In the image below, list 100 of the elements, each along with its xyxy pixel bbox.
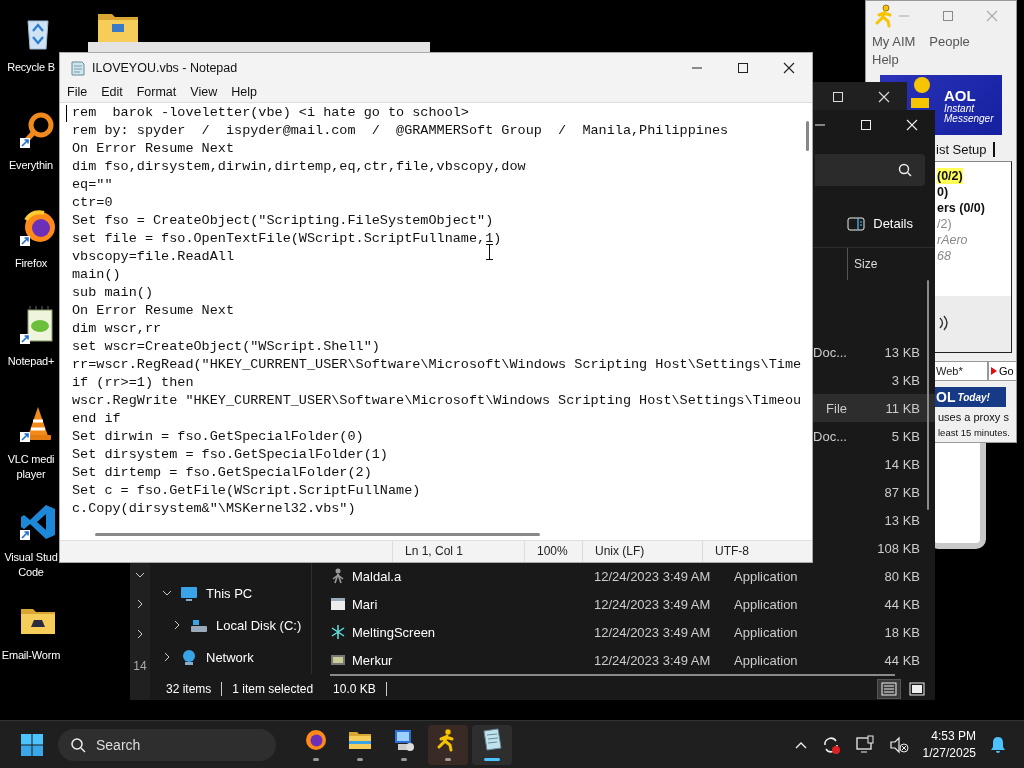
file-size: 44 KB	[884, 596, 920, 612]
code-line: rem barok -loveletter(vbe) <i hate go to school>	[72, 104, 469, 122]
desktop-icon-label[interactable]: Visual Stud Code	[0, 550, 62, 580]
desktop-icon-label[interactable]: Firefox	[0, 256, 62, 271]
tree-item[interactable]: Network	[206, 649, 254, 665]
fox-globe-icon	[304, 728, 328, 752]
chevron-up-icon[interactable]	[794, 740, 807, 749]
clock-date[interactable]: 1/27/2025	[922, 744, 976, 762]
file-row[interactable]: 108 KB	[812, 534, 935, 562]
chevron-right-icon[interactable]	[162, 652, 172, 662]
menu-item[interactable]: Help	[231, 85, 257, 99]
desktop-icon-label[interactable]: VLC medi player	[0, 452, 62, 482]
desktop-icon-label[interactable]: Recycle B	[0, 60, 62, 75]
code-line: On Error Resume Next	[72, 302, 235, 320]
chevron-down-icon[interactable]	[135, 571, 145, 579]
file-row[interactable]: Doc... 5 KB	[812, 422, 935, 450]
menu-item[interactable]: File	[67, 85, 88, 99]
monitor-icon[interactable]	[854, 734, 875, 755]
menu-item[interactable]: Format	[136, 85, 177, 99]
preview-view-icon	[909, 682, 925, 696]
chevron-down-icon[interactable]	[162, 589, 172, 597]
buddy-item[interactable]: 68	[937, 248, 951, 264]
window-title: ILOVEYOU.vbs - Notepad	[92, 60, 238, 75]
file-row[interactable]: Mari 12/24/2023 3:49 AM Application 44 KB	[312, 590, 935, 618]
bell-icon[interactable]	[990, 735, 1006, 754]
file-row[interactable]: Doc... 13 KB	[812, 338, 935, 366]
scrollbar-thumb[interactable]	[330, 674, 895, 676]
menu-item[interactable]: People	[929, 33, 970, 51]
code-line: Set c = fso.GetFile(WScript.ScriptFullName)	[72, 482, 421, 500]
status-text: Unix (LF)	[582, 541, 702, 562]
file-row[interactable]: 3 KB	[812, 366, 935, 394]
file-type: File	[826, 400, 847, 416]
code-line: vbscopy=file.ReadAll	[72, 248, 235, 266]
window-icon	[330, 596, 346, 612]
notice-text: uses a proxy s	[938, 410, 1009, 425]
chevron-right-icon[interactable]	[136, 599, 144, 609]
banner-subtitle: Today!	[957, 391, 990, 403]
search-icon	[898, 163, 912, 177]
code-line: On Error Resume Next	[72, 140, 235, 158]
menu-item[interactable]: View	[190, 85, 218, 99]
file-type: Application	[734, 596, 798, 612]
file-type: Application	[734, 624, 798, 640]
code-line: Set dirtemp = fso.GetSpecialFolder(2)	[72, 464, 372, 482]
code-editor-logo-icon[interactable]	[18, 502, 58, 542]
desktop-icon-label[interactable]: Notepad+	[0, 354, 62, 369]
desktop-icon-label[interactable]: Everythin	[0, 158, 62, 173]
notepad-icon	[480, 728, 504, 752]
file-row[interactable]: 14 KB	[812, 450, 935, 478]
file-row[interactable]: 87 KB	[812, 478, 935, 506]
taskbar-button[interactable]	[472, 724, 512, 765]
banner-subtitle: Instant Messenger	[944, 103, 995, 124]
program-icon	[330, 652, 346, 668]
taskbar-button[interactable]	[428, 724, 468, 765]
file-date: 12/24/2023 3:49 AM	[594, 568, 711, 584]
fox-globe-icon[interactable]	[18, 208, 58, 248]
scrollbar-thumb[interactable]	[927, 280, 929, 510]
go-button[interactable]: Go	[988, 361, 1017, 381]
search-input[interactable]: Search	[94, 735, 248, 754]
file-row[interactable]: File 11 KB	[812, 394, 935, 422]
file-row[interactable]: MeltingScreen 12/24/2023 3:49 AM Application 18 KB	[312, 618, 935, 646]
column-header[interactable]: Size	[847, 248, 878, 280]
chevron-right-icon[interactable]	[172, 620, 182, 630]
file-date: 12/24/2023 3:49 AM	[594, 624, 711, 640]
figure-icon	[330, 568, 346, 584]
menu-item[interactable]: Edit	[101, 85, 123, 99]
buddy-item[interactable]: 0)	[937, 184, 949, 200]
file-size: 87 KB	[884, 484, 920, 500]
search-field[interactable]	[815, 154, 925, 186]
buddy-item[interactable]: rAero	[937, 232, 968, 248]
code-line: set file = fso.OpenTextFile(WScript.ScriptFullname,1)	[72, 230, 502, 248]
details-button[interactable]: Details	[843, 210, 917, 237]
file-row[interactable]: Merkur 12/24/2023 3:49 AM Application 44 KB	[312, 646, 935, 674]
start-icon[interactable]	[20, 732, 44, 757]
file-size: 3 KB	[891, 372, 920, 388]
details-view-button[interactable]	[877, 679, 901, 699]
status-text: 100%	[524, 541, 582, 562]
file-type: Doc...	[813, 344, 847, 360]
buddy-item[interactable]: /2)	[937, 216, 952, 232]
file-row[interactable]: Maldal.a 12/24/2023 3:49 AM Application 80 KB	[312, 562, 935, 590]
clock-time[interactable]: 4:53 PM	[922, 727, 976, 745]
status-text: UTF-8	[702, 541, 800, 562]
buddy-item[interactable]: ers (0/0)	[937, 200, 985, 216]
desktop-icon-label[interactable]: Email-Worm	[0, 648, 62, 663]
buddy-item[interactable]: (0/2)	[937, 168, 963, 184]
search-field[interactable]: Web*	[935, 361, 988, 381]
running-indicator	[401, 758, 407, 761]
monitor-icon	[180, 584, 198, 602]
menu-item[interactable]: Help	[872, 51, 899, 69]
menu-item[interactable]: My AIM	[872, 33, 916, 51]
scrollbar-thumb[interactable]	[95, 533, 540, 536]
speaker-muted-icon[interactable]	[888, 734, 909, 755]
scrollbar-thumb[interactable]	[806, 121, 810, 151]
folder-icon[interactable]	[96, 12, 140, 42]
chevron-right-icon[interactable]	[136, 629, 144, 639]
file-row[interactable]: 13 KB	[812, 506, 935, 534]
tree-item[interactable]: This PC	[206, 585, 253, 601]
status-text: 10.0 KB	[333, 682, 387, 696]
banner-title: AOL	[944, 86, 977, 104]
tree-item[interactable]: Local Disk (C:)	[216, 617, 302, 633]
search-box[interactable]: Search	[58, 728, 276, 761]
